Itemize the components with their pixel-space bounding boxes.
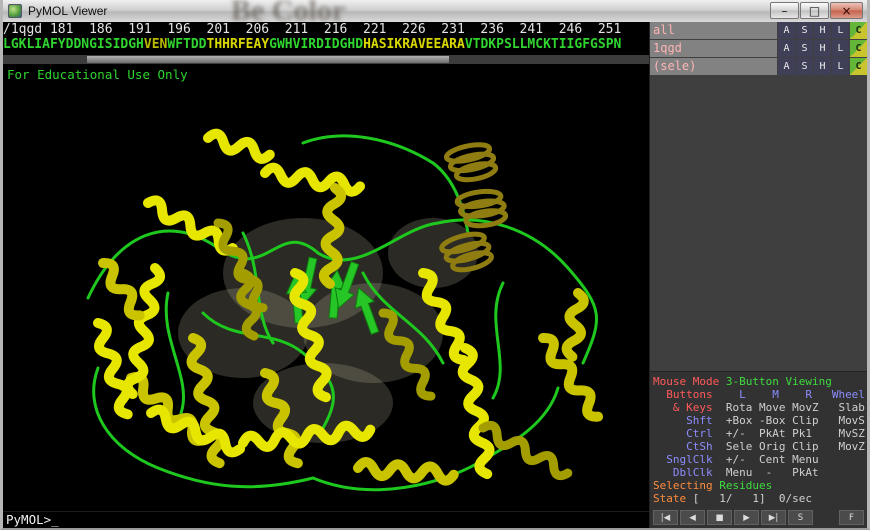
object-l-button[interactable]: L: [832, 40, 849, 57]
command-line[interactable]: PyMOL>_: [3, 511, 649, 528]
mouse-panel-row: Mouse Mode 3-Button Viewing: [653, 375, 832, 388]
panel-spacer: [650, 76, 867, 371]
close-button[interactable]: ×: [830, 2, 863, 19]
mouse-panel-row: State [ 1/ 1] 0/sec: [653, 492, 812, 505]
mouse-panel-row: Buttons L M R Wheel: [653, 388, 865, 401]
sequence-residues: LGKLIAFYDDNGISIDGHVENWFTDDTHHRFEAYGWHVIR…: [3, 37, 649, 53]
object-s-button[interactable]: S: [796, 58, 813, 75]
vcr-controls: |◀ ◀ ■ ▶ ▶| S F: [650, 507, 867, 528]
vcr-rewind-button[interactable]: |◀: [653, 510, 678, 525]
vcr-end-button[interactable]: ▶|: [761, 510, 786, 525]
sequence-segment[interactable]: LGKLIAFYDDNGISIDGH: [3, 37, 144, 52]
object-row-all: all A S H L C: [650, 22, 867, 39]
viewport[interactable]: [3, 83, 649, 511]
vcr-back-button[interactable]: ◀: [680, 510, 705, 525]
object-row-1qgd: 1qgd A S H L C: [650, 40, 867, 57]
object-c-button[interactable]: C: [850, 58, 867, 75]
desktop-background-text: Be Color: [231, 0, 346, 22]
vcr-play-button[interactable]: ▶: [734, 510, 759, 525]
object-c-button[interactable]: C: [850, 40, 867, 57]
pymol-window: Be Color PyMOL Viewer – □ × /1qgd 181 18…: [0, 0, 870, 530]
object-a-button[interactable]: A: [778, 22, 795, 39]
watermark-text: For Educational Use Only: [7, 67, 188, 82]
minimize-button[interactable]: –: [770, 2, 799, 19]
object-l-button[interactable]: L: [832, 22, 849, 39]
object-name[interactable]: all: [650, 22, 777, 39]
sequence-segment[interactable]: HASIKRAVEEARA: [363, 37, 465, 52]
object-s-button[interactable]: S: [796, 22, 813, 39]
mouse-panel-row: DblClk Menu - PkAt: [653, 466, 819, 479]
sequence-segment[interactable]: THHRFEAY: [207, 37, 270, 52]
sequence-scrollbar-handle[interactable]: [87, 56, 449, 63]
sequence-segment[interactable]: VTDKPSLLMCKTIIGFGSPN: [465, 37, 622, 52]
object-h-button[interactable]: H: [814, 22, 831, 39]
window-controls: – □ ×: [770, 2, 863, 19]
mouse-panel: Mouse Mode 3-Button Viewing Buttons L M …: [650, 371, 867, 507]
vcr-scene-button[interactable]: S: [788, 510, 813, 525]
sequence-ruler: /1qgd 181 186 191 196 201 206 211 216 22…: [3, 22, 622, 37]
mouse-panel-row: & Keys Rota Move MovZ Slab: [653, 401, 865, 414]
object-l-button[interactable]: L: [832, 58, 849, 75]
mouse-panel-row: Ctrl +/- PkAt Pk1 MvSZ: [653, 427, 865, 440]
sequence-scrollbar[interactable]: [3, 55, 649, 64]
command-prompt: PyMOL>: [6, 512, 52, 527]
object-name[interactable]: 1qgd: [650, 40, 777, 57]
vcr-stop-button[interactable]: ■: [707, 510, 732, 525]
sequence-segment[interactable]: WFTDD: [167, 37, 206, 52]
mouse-panel-row: SnglClk +/- Cent Menu: [653, 453, 819, 466]
object-a-button[interactable]: A: [778, 40, 795, 57]
object-h-button[interactable]: H: [814, 58, 831, 75]
object-s-button[interactable]: S: [796, 40, 813, 57]
command-cursor: _: [51, 512, 59, 527]
side-panel: all A S H L C 1qgd A S H L C (sele) A S H L C Mouse Mode …: [649, 22, 867, 528]
object-c-button[interactable]: C: [850, 22, 867, 39]
window-title: PyMOL Viewer: [28, 4, 108, 18]
maximize-button[interactable]: □: [800, 2, 829, 19]
vcr-fullscreen-button[interactable]: F: [839, 510, 864, 525]
pymol-app-icon: [8, 4, 22, 18]
viewer-area: /1qgd 181 186 191 196 201 206 211 216 22…: [3, 22, 649, 528]
titlebar[interactable]: Be Color PyMOL Viewer – □ ×: [3, 0, 867, 22]
mouse-panel-row: CtSh Sele Orig Clip MovZ: [653, 440, 865, 453]
mouse-panel-row: Selecting Residues: [653, 479, 773, 492]
object-a-button[interactable]: A: [778, 58, 795, 75]
object-name[interactable]: (sele): [650, 58, 777, 75]
mouse-panel-row: Shft +Box -Box Clip MovS: [653, 414, 865, 427]
object-row-sele: (sele) A S H L C: [650, 58, 867, 75]
sequence-segment[interactable]: GWHVIRDIDGHD: [269, 37, 363, 52]
object-h-button[interactable]: H: [814, 40, 831, 57]
sequence-segment[interactable]: VEN: [144, 37, 167, 52]
molecule-structure[interactable]: [3, 83, 649, 511]
object-panel-rows: all A S H L C 1qgd A S H L C (sele) A S H L C: [650, 22, 867, 76]
